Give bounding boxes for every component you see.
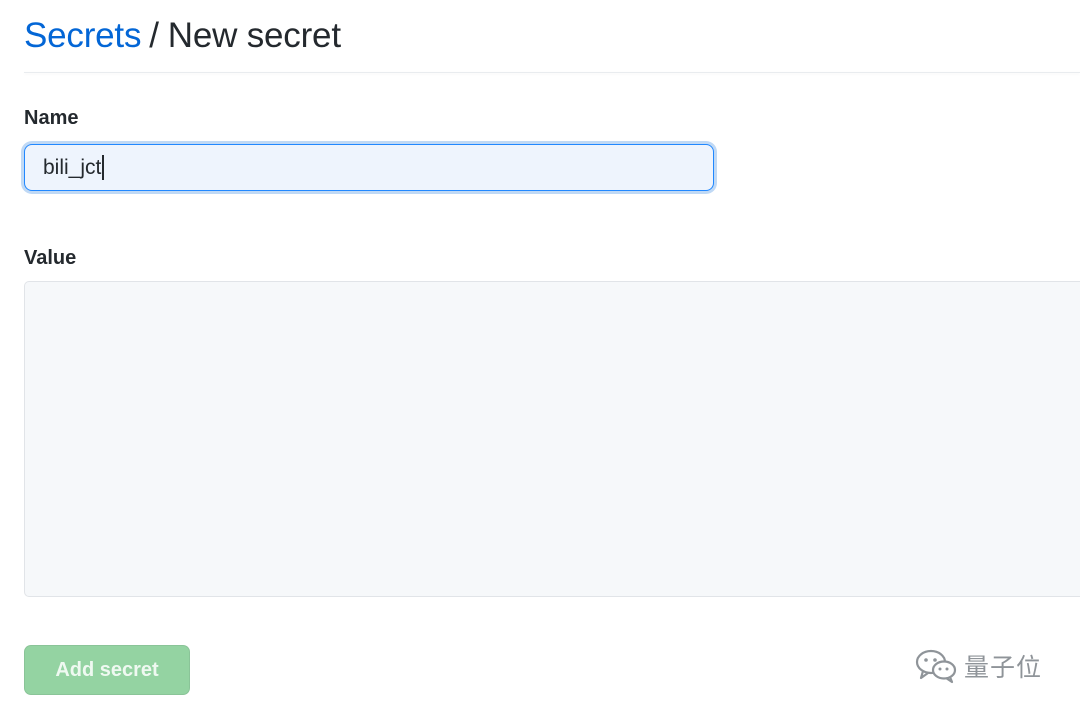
header-divider [24, 72, 1080, 73]
breadcrumb: Secrets / New secret [24, 14, 341, 58]
watermark: 量子位 [914, 648, 1042, 684]
breadcrumb-separator: / [149, 16, 159, 55]
value-textarea[interactable] [24, 281, 1080, 597]
name-input[interactable]: bili_jct [24, 144, 714, 191]
watermark-text: 量子位 [964, 653, 1043, 682]
breadcrumb-secrets-link[interactable]: Secrets [24, 16, 141, 55]
name-input-value: bili_jct [43, 155, 102, 179]
page-title: New secret [167, 16, 341, 55]
add-secret-button[interactable]: Add secret [24, 645, 190, 695]
wechat-icon [914, 648, 958, 684]
text-caret [102, 155, 104, 180]
value-label: Value [24, 247, 77, 269]
name-label: Name [24, 107, 79, 129]
